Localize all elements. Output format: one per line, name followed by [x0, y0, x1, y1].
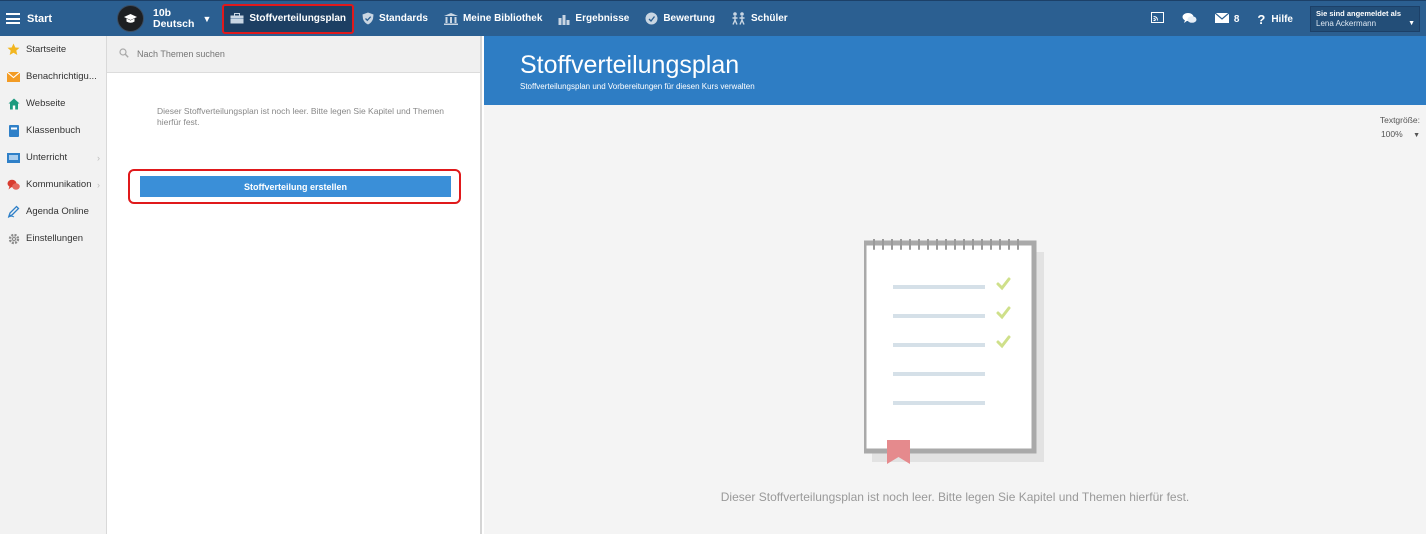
- briefcase-icon: [230, 13, 244, 24]
- sidebar-item-label: Webseite: [26, 98, 66, 109]
- course-class: 10b: [153, 6, 172, 19]
- nav-ergebnisse[interactable]: Ergebnisse: [551, 6, 636, 32]
- sidebar-item-webseite[interactable]: Webseite: [0, 90, 106, 117]
- graduation-cap-icon: [117, 5, 144, 32]
- start-label: Start: [27, 12, 53, 25]
- search-icon: [119, 45, 129, 63]
- bar-chart-icon: [558, 13, 570, 25]
- nav-stoffverteilungsplan[interactable]: Stoffverteilungsplan: [222, 3, 355, 34]
- library-icon: [443, 12, 458, 25]
- cast-icon: [1150, 12, 1164, 26]
- nav-meine-bibliothek[interactable]: Meine Bibliothek: [437, 6, 549, 32]
- page-title: Stoffverteilungsplan: [520, 51, 740, 79]
- page-header: Stoffverteilungsplan Stoffverteilungspla…: [484, 36, 1426, 105]
- highlight-box: Stoffverteilung erstellen: [128, 169, 461, 204]
- help-label: Hilfe: [1271, 13, 1293, 25]
- shield-icon: [362, 12, 374, 25]
- messages-button[interactable]: 8: [1214, 12, 1240, 26]
- sidebar-item-label: Klassenbuch: [26, 125, 81, 136]
- sidebar-item-einstellungen[interactable]: Einstellungen: [0, 225, 106, 252]
- nav-label: Stoffverteilungsplan: [249, 13, 347, 24]
- sidebar-item-agenda-online[interactable]: Agenda Online: [0, 198, 106, 225]
- sidebar-item-klassenbuch[interactable]: Klassenbuch: [0, 117, 106, 144]
- sidebar-item-benachrichtigungen[interactable]: Benachrichtigu...: [0, 63, 106, 90]
- main-nav: Stoffverteilungsplan Standards Meine Bib…: [222, 1, 796, 37]
- nav-schueler[interactable]: Schüler: [724, 6, 795, 32]
- caret-down-icon: ▼: [1408, 20, 1415, 27]
- sidebar-item-label: Kommunikation: [26, 179, 92, 190]
- start-menu-button[interactable]: Start: [0, 1, 107, 37]
- hamburger-icon: [6, 13, 20, 24]
- chat-icon: [7, 178, 20, 191]
- user-caption: Sie sind angemeldet als: [1316, 9, 1402, 18]
- nav-label: Bewertung: [663, 13, 715, 24]
- sidebar-item-startseite[interactable]: Startseite: [0, 36, 106, 63]
- topics-panel: Dieser Stoffverteilungsplan ist noch lee…: [107, 36, 482, 534]
- user-name: Lena Ackermann: [1316, 19, 1377, 28]
- content-panel: Stoffverteilungsplan Stoffverteilungspla…: [484, 36, 1426, 534]
- nav-label: Meine Bibliothek: [462, 13, 543, 24]
- caret-down-icon: ▼: [1413, 132, 1420, 139]
- nav-label: Standards: [379, 13, 428, 24]
- create-plan-button[interactable]: Stoffverteilung erstellen: [140, 176, 451, 197]
- pen-icon: [7, 205, 20, 218]
- empty-plan-message: Dieser Stoffverteilungsplan ist noch lee…: [157, 106, 444, 127]
- text-size-value: 100%: [1380, 129, 1403, 139]
- star-icon: [7, 43, 20, 56]
- top-right-tools: 8 ? Hilfe Sie sind angemeldet als Lena A…: [1133, 1, 1420, 37]
- search-input[interactable]: [137, 49, 437, 59]
- help-button[interactable]: ? Hilfe: [1257, 12, 1293, 27]
- course-selector[interactable]: 10b Deutsch ▼: [117, 5, 211, 32]
- sidebar-item-label: Unterricht: [26, 152, 68, 163]
- top-navigation-bar: Start 10b Deutsch ▼ Stoffverteilungsplan…: [0, 0, 1426, 36]
- sidebar-item-label: Einstellungen: [26, 233, 84, 244]
- chat-bubbles-icon: [1182, 12, 1197, 27]
- chevron-right-icon: ›: [97, 152, 100, 163]
- chevron-right-icon: ›: [97, 179, 100, 190]
- sidebar-item-label: Agenda Online: [26, 206, 89, 217]
- nav-standards[interactable]: Standards: [355, 6, 435, 32]
- classroom-icon: [7, 151, 20, 164]
- nav-label: Ergebnisse: [575, 13, 630, 24]
- rating-icon: [645, 12, 658, 25]
- page-subtitle: Stoffverteilungsplan und Vorbereitungen …: [520, 82, 755, 91]
- text-size-label: Textgröße:: [1379, 115, 1420, 125]
- sidebar-item-label: Benachrichtigu...: [26, 71, 97, 82]
- message-count: 8: [1233, 13, 1240, 25]
- nav-bewertung[interactable]: Bewertung: [638, 6, 722, 32]
- user-menu[interactable]: Sie sind angemeldet als Lena Ackermann ▼: [1310, 6, 1420, 32]
- empty-notepad-illustration: [861, 238, 1044, 474]
- empty-state-message: Dieser Stoffverteilungsplan ist noch lee…: [720, 490, 1190, 504]
- envelope-icon: [1214, 12, 1230, 26]
- envelope-icon: [7, 70, 20, 83]
- cast-button[interactable]: [1150, 12, 1164, 26]
- sidebar: Startseite Benachrichtigu... Webseite Kl…: [0, 36, 107, 534]
- nav-label: Schüler: [751, 13, 788, 24]
- question-mark-icon: ?: [1257, 11, 1266, 27]
- students-icon: [731, 12, 746, 25]
- sidebar-item-label: Startseite: [26, 44, 67, 55]
- sidebar-item-kommunikation[interactable]: Kommunikation ›: [0, 171, 106, 198]
- caret-down-icon: ▼: [202, 13, 212, 24]
- gear-icon: [7, 232, 20, 245]
- sidebar-item-unterricht[interactable]: Unterricht ›: [0, 144, 106, 171]
- search-bar: [107, 36, 480, 73]
- text-size-control[interactable]: Textgröße: 100% ▼: [1380, 113, 1420, 143]
- chat-button[interactable]: [1182, 12, 1197, 27]
- home-icon: [7, 97, 20, 110]
- course-subject: Deutsch: [153, 17, 195, 30]
- book-icon: [7, 124, 20, 137]
